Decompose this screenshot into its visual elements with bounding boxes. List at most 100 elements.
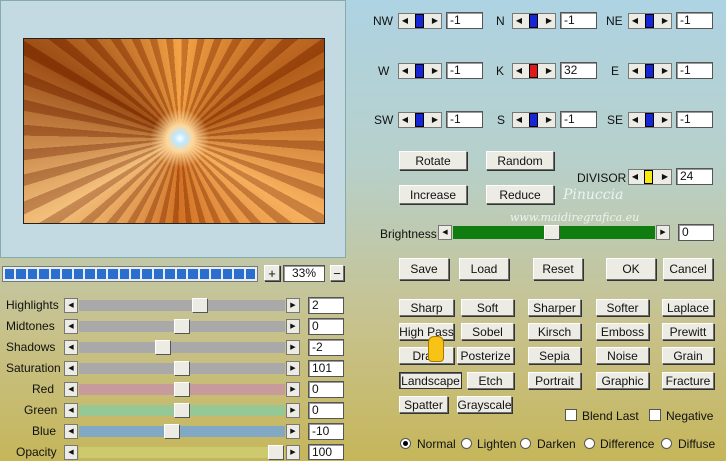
arrow-left-icon[interactable]: ◀ (399, 64, 411, 78)
preset-fracture-button[interactable]: Fracture (662, 372, 714, 389)
arrow-right-icon[interactable]: ▶ (286, 298, 300, 313)
preset-emboss-button[interactable]: Emboss (596, 323, 649, 340)
arrow-right-icon[interactable]: ▶ (286, 403, 300, 418)
shadows-value[interactable]: -2 (308, 339, 344, 356)
random-button[interactable]: Random (486, 151, 554, 170)
arrow-left-icon[interactable]: ◀ (64, 403, 78, 418)
arrow-left-icon[interactable]: ◀ (629, 113, 641, 127)
arrow-right-icon[interactable]: ▶ (286, 361, 300, 376)
se-spinner[interactable]: ◀ ▶ (628, 112, 672, 128)
brightness-value[interactable]: 0 (678, 224, 714, 241)
preset-spatter-button[interactable]: Spatter (399, 396, 448, 413)
sw-spinner[interactable]: ◀ ▶ (398, 112, 442, 128)
arrow-right-icon[interactable]: ▶ (659, 14, 671, 28)
slider-thumb[interactable] (155, 340, 171, 355)
ne-spinner[interactable]: ◀ ▶ (628, 13, 672, 29)
darken-radio[interactable] (520, 438, 531, 449)
arrow-left-icon[interactable]: ◀ (629, 14, 641, 28)
arrow-right-icon[interactable]: ▶ (659, 170, 671, 184)
preset-grayscale-button[interactable]: Grayscale (457, 396, 512, 413)
nw-value[interactable]: -1 (446, 12, 483, 29)
rotate-button[interactable]: Rotate (399, 151, 467, 170)
preset-kirsch-button[interactable]: Kirsch (528, 323, 581, 340)
normal-radio[interactable] (400, 438, 411, 449)
se-value[interactable]: -1 (676, 111, 713, 128)
green-value[interactable]: 0 (308, 402, 344, 419)
preset-sharper-button[interactable]: Sharper (528, 299, 581, 316)
arrow-left-icon[interactable]: ◀ (64, 319, 78, 334)
spinner-knob[interactable] (529, 64, 538, 78)
reduce-button[interactable]: Reduce (486, 185, 554, 204)
saturation-slider[interactable]: ◀ ▶ (64, 361, 300, 376)
arrow-left-icon[interactable]: ◀ (513, 14, 525, 28)
blue-slider[interactable]: ◀ ▶ (64, 424, 300, 439)
slider-thumb[interactable] (268, 445, 284, 460)
sw-value[interactable]: -1 (446, 111, 483, 128)
preset-sobel-button[interactable]: Sobel (461, 323, 514, 340)
e-spinner[interactable]: ◀ ▶ (628, 63, 672, 79)
spinner-knob[interactable] (645, 64, 654, 78)
s-spinner[interactable]: ◀ ▶ (512, 112, 556, 128)
spinner-knob[interactable] (529, 113, 538, 127)
preset-noise-button[interactable]: Noise (596, 347, 649, 364)
preset-etch-button[interactable]: Etch (467, 372, 514, 389)
arrow-right-icon[interactable]: ▶ (286, 424, 300, 439)
slider-thumb[interactable] (544, 225, 560, 240)
preset-posterize-button[interactable]: Posterize (457, 347, 514, 364)
preset-sepia-button[interactable]: Sepia (528, 347, 581, 364)
preset-portrait-button[interactable]: Portrait (528, 372, 581, 389)
divisor-spinner[interactable]: ◀ ▶ (628, 169, 672, 185)
arrow-right-icon[interactable]: ▶ (543, 64, 555, 78)
arrow-left-icon[interactable]: ◀ (64, 298, 78, 313)
preset-laplace-button[interactable]: Laplace (662, 299, 714, 316)
arrow-left-icon[interactable]: ◀ (513, 113, 525, 127)
midtones-value[interactable]: 0 (308, 318, 344, 335)
slider-thumb[interactable] (174, 382, 190, 397)
arrow-left-icon[interactable]: ◀ (399, 14, 411, 28)
preset-soft-button[interactable]: Soft (461, 299, 514, 316)
ne-value[interactable]: -1 (676, 12, 713, 29)
red-slider[interactable]: ◀ ▶ (64, 382, 300, 397)
diffuse-radio[interactable] (661, 438, 672, 449)
arrow-right-icon[interactable]: ▶ (286, 340, 300, 355)
s-value[interactable]: -1 (560, 111, 597, 128)
arrow-right-icon[interactable]: ▶ (659, 64, 671, 78)
divisor-value[interactable]: 24 (676, 168, 713, 185)
arrow-left-icon[interactable]: ◀ (64, 361, 78, 376)
w-spinner[interactable]: ◀ ▶ (398, 63, 442, 79)
arrow-right-icon[interactable]: ▶ (543, 113, 555, 127)
saturation-value[interactable]: 101 (308, 360, 344, 377)
shadows-slider[interactable]: ◀ ▶ (64, 340, 300, 355)
spinner-knob[interactable] (645, 14, 654, 28)
arrow-right-icon[interactable]: ▶ (656, 225, 670, 240)
preset-high-pass-button[interactable]: High Pass (399, 323, 454, 340)
midtones-slider[interactable]: ◀ ▶ (64, 319, 300, 334)
n-spinner[interactable]: ◀ ▶ (512, 13, 556, 29)
difference-radio[interactable] (584, 438, 595, 449)
preset-softer-button[interactable]: Softer (596, 299, 649, 316)
slider-thumb[interactable] (192, 298, 208, 313)
arrow-left-icon[interactable]: ◀ (64, 382, 78, 397)
cancel-button[interactable]: Cancel (663, 258, 713, 280)
spinner-knob[interactable] (644, 170, 653, 184)
arrow-left-icon[interactable]: ◀ (64, 445, 78, 460)
arrow-right-icon[interactable]: ▶ (659, 113, 671, 127)
arrow-right-icon[interactable]: ▶ (286, 445, 300, 460)
slider-thumb[interactable] (174, 361, 190, 376)
n-value[interactable]: -1 (560, 12, 597, 29)
preset-prewitt-button[interactable]: Prewitt (662, 323, 714, 340)
arrow-right-icon[interactable]: ▶ (286, 319, 300, 334)
preset-grain-button[interactable]: Grain (662, 347, 714, 364)
load-button[interactable]: Load (459, 258, 509, 280)
arrow-right-icon[interactable]: ▶ (429, 14, 441, 28)
blue-value[interactable]: -10 (308, 423, 344, 440)
slider-thumb[interactable] (174, 403, 190, 418)
increase-button[interactable]: Increase (399, 185, 467, 204)
preset-sharp-button[interactable]: Sharp (399, 299, 454, 316)
arrow-left-icon[interactable]: ◀ (399, 113, 411, 127)
arrow-left-icon[interactable]: ◀ (629, 64, 641, 78)
arrow-right-icon[interactable]: ▶ (286, 382, 300, 397)
spinner-knob[interactable] (529, 14, 538, 28)
spinner-knob[interactable] (415, 14, 424, 28)
spinner-knob[interactable] (415, 113, 424, 127)
